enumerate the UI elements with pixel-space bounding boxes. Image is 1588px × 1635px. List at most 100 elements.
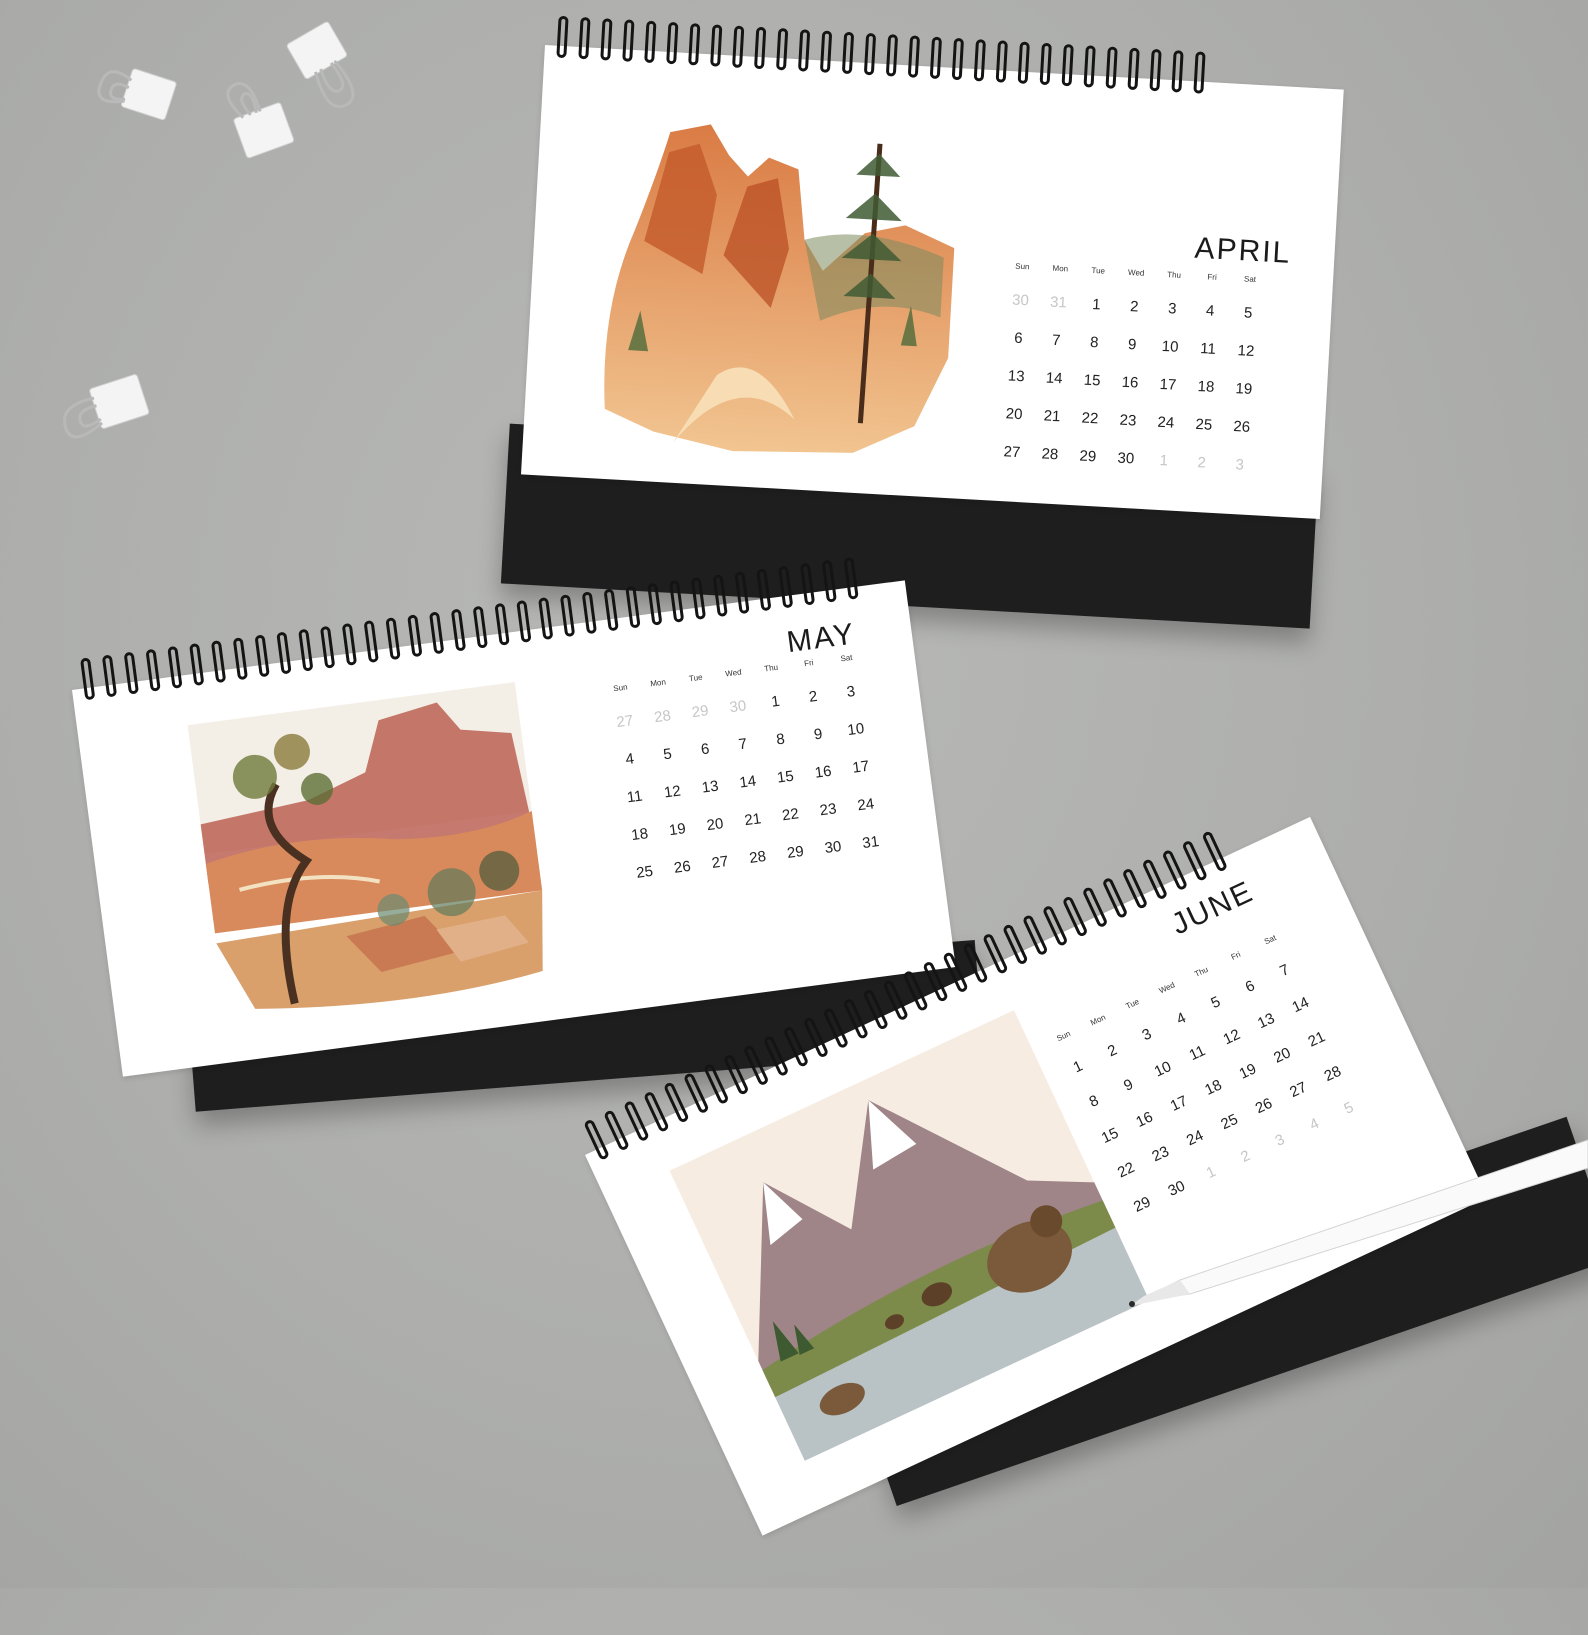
day-grid: Sun Mon Tue Wed Thu Fri Sat 27 28 29 30 1 2 3 4 5 6 7 8 9 10… <box>601 651 891 888</box>
weekday-label: Tue <box>1091 265 1106 276</box>
spiral-coil <box>863 32 877 76</box>
spiral-coil <box>623 1099 650 1143</box>
day-cell: 11 <box>1199 340 1217 358</box>
spiral-coil <box>1127 47 1140 91</box>
spiral-coil <box>712 574 728 618</box>
spiral-coil <box>1083 45 1096 88</box>
weekday-label: Wed <box>1127 267 1145 278</box>
spiral-coil <box>1193 51 1206 94</box>
day-cell: 2 <box>1129 298 1139 316</box>
day-cell: 30 <box>728 697 748 717</box>
spiral-coil <box>644 20 657 64</box>
day-cell: 3 <box>1167 300 1177 318</box>
spiral-coil <box>882 979 910 1022</box>
day-cell: 30 <box>1011 291 1030 310</box>
day-cell: 13 <box>700 777 720 797</box>
day-cell: 6 <box>1013 329 1024 348</box>
spiral-coil <box>276 631 292 675</box>
spiral-coil <box>516 599 532 643</box>
weekday-label: Mon <box>1089 1012 1107 1028</box>
spiral-coil <box>428 611 445 655</box>
spiral-coil <box>583 1118 611 1161</box>
day-cell: 4 <box>624 750 636 769</box>
day-cell: 13 <box>1007 367 1026 386</box>
white-pen <box>1129 1139 1588 1307</box>
spiral-coil <box>777 565 794 609</box>
spiral-coil <box>962 941 989 985</box>
spiral-binding <box>556 15 1206 94</box>
day-cell: 27 <box>710 852 730 872</box>
spiral-coil <box>799 562 816 606</box>
day-cell: 14 <box>1045 369 1063 388</box>
spiral-coil <box>690 576 707 620</box>
day-cell: 29 <box>1079 447 1097 466</box>
day-cell: 6 <box>699 740 711 759</box>
canyon-overlook-illustration <box>187 682 543 1009</box>
spiral-coil <box>189 643 205 686</box>
spiral-coil <box>581 591 598 635</box>
day-cell: 30 <box>823 837 843 858</box>
binder-clip-icon <box>97 68 177 121</box>
spiral-coil <box>802 1016 830 1059</box>
day-cell: 7 <box>737 735 749 754</box>
spiral-coil <box>922 960 949 1003</box>
spiral-coil <box>710 24 723 67</box>
weekday-label: Fri <box>1229 949 1242 962</box>
spiral-coil <box>666 21 679 65</box>
spiral-coil <box>79 657 96 701</box>
day-cell: 22 <box>1081 409 1099 428</box>
weekday-label: Tue <box>1124 997 1141 1011</box>
spiral-coil <box>782 1025 810 1068</box>
day-cell: 20 <box>1005 405 1023 424</box>
spiral-coil <box>1061 895 1089 938</box>
spiral-coil <box>951 37 965 81</box>
day-cell: 25 <box>635 862 655 882</box>
weekday-label: Fri <box>1207 272 1217 282</box>
spiral-coil <box>578 16 591 60</box>
spiral-coil <box>363 620 379 664</box>
spiral-coil <box>1061 43 1074 87</box>
weekday-label: Sun <box>1015 261 1030 272</box>
weekday-label: Sun <box>612 682 629 694</box>
spiral-coil <box>885 34 899 77</box>
day-cell: 9 <box>812 725 824 744</box>
spiral-coil <box>556 15 569 59</box>
spiral-coil <box>742 1044 770 1087</box>
day-cell: 14 <box>738 772 758 792</box>
spiral-coil <box>1121 867 1149 910</box>
spiral-coil <box>1181 839 1209 882</box>
day-cell: 8 <box>775 730 786 749</box>
day-cell: 9 <box>1127 336 1137 354</box>
binder-clip-icon <box>286 21 355 108</box>
day-cell: 25 <box>1195 415 1213 434</box>
spiral-coil <box>1101 876 1129 920</box>
day-cell: 1 <box>1091 295 1102 314</box>
day-cell: 8 <box>1089 333 1099 352</box>
day-cell: 18 <box>630 825 650 845</box>
weekday-label: Sat <box>1243 274 1257 285</box>
spiral-coil <box>622 19 635 62</box>
day-cell: 28 <box>748 847 768 867</box>
day-cell: 12 <box>1237 342 1255 361</box>
spiral-coil <box>385 617 401 661</box>
calendar-april: APRIL Sun Mon Tue Wed Thu Fri Sat 30 31 1 2 3 4 5 6 7 8 9… <box>500 15 1344 649</box>
spiral-coil <box>907 35 921 78</box>
day-cell: 5 <box>662 745 673 764</box>
spiral-coil <box>682 1072 710 1115</box>
spiral-coil <box>603 588 619 632</box>
spiral-coil <box>1149 48 1162 92</box>
day-cell: 18 <box>1197 377 1215 396</box>
spiral-coil <box>775 27 789 71</box>
day-cell: 29 <box>786 842 805 862</box>
day-cell: 21 <box>1043 407 1061 426</box>
spiral-coil <box>702 1062 730 1106</box>
spiral-coil <box>494 602 510 646</box>
spiral-coil <box>647 582 663 626</box>
day-cell: 27 <box>1003 443 1021 462</box>
day-cell: 24 <box>1157 413 1175 432</box>
weekday-label: Wed <box>724 667 743 679</box>
month-title: APRIL <box>1193 231 1293 270</box>
spiral-coil <box>1001 923 1029 966</box>
calendar-page: APRIL Sun Mon Tue Wed Thu Fri Sat 30 31 1 2 3 4 5 6 7 8 9… <box>520 15 1344 519</box>
spiral-coil <box>862 988 890 1031</box>
